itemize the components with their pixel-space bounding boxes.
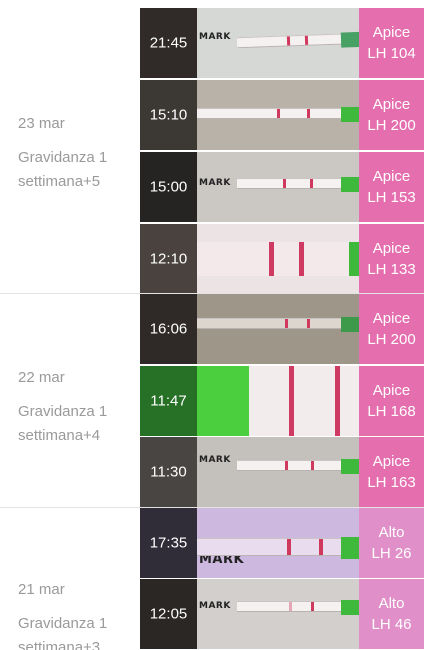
test-strip — [197, 242, 359, 276]
day-date: 21 mar — [18, 581, 65, 598]
result-lh-value: LH 168 — [367, 403, 416, 420]
test-strip-photo: MARK — [197, 152, 359, 222]
entry-time: 11:30 — [150, 463, 187, 481]
test-strip — [197, 317, 359, 332]
result-badge: Apice LH 104 — [359, 8, 424, 78]
test-entry[interactable]: 16:06 Apice LH 200 — [140, 294, 424, 364]
test-strip — [197, 366, 359, 436]
result-lh-value: LH 153 — [367, 189, 416, 206]
test-strip-photo — [197, 80, 359, 150]
result-lh-value: LH 26 — [371, 545, 412, 562]
day-label: 23 mar Gravidanza 1 settimana+5 — [18, 112, 138, 194]
result-level: Apice — [372, 453, 411, 470]
entry-time: 15:00 — [149, 178, 188, 196]
test-strip-photo — [197, 294, 359, 364]
strip-brand-mark: MARK — [199, 455, 231, 465]
result-level: Alto — [378, 524, 405, 541]
test-entry[interactable]: 17:35 MARK Alto LH 26 — [140, 508, 424, 578]
test-strip — [237, 459, 359, 474]
result-level: Apice — [372, 310, 411, 327]
entry-time: 21:45 — [149, 34, 188, 52]
test-strip — [237, 600, 359, 615]
day-label: 22 mar Gravidanza 1 settimana+4 — [18, 366, 138, 448]
result-level: Apice — [372, 96, 411, 113]
result-level: Apice — [372, 382, 411, 399]
pregnancy-label: Gravidanza 1 — [18, 615, 108, 632]
entry-time: 17:35 — [149, 534, 188, 552]
result-lh-value: LH 104 — [367, 45, 416, 62]
entry-time: 12:10 — [149, 250, 188, 268]
test-entry[interactable]: 21:45 MARK Apice LH 104 — [140, 8, 424, 78]
test-entry[interactable]: 12:10 Apice LH 133 — [140, 224, 424, 294]
entry-time: 12:05 — [149, 605, 188, 623]
day-label: 21 mar Gravidanza 1 settimana+3 — [18, 578, 138, 650]
pregnancy-week: settimana+4 — [18, 427, 101, 444]
test-entry[interactable]: 11:30 MARK Apice LH 163 — [140, 437, 424, 507]
test-entry[interactable]: 15:10 Apice LH 200 — [140, 80, 424, 150]
test-strip-photo: MARK — [197, 508, 359, 578]
result-badge: Apice LH 200 — [359, 80, 424, 150]
result-level: Apice — [372, 168, 411, 185]
result-badge: Apice LH 200 — [359, 294, 424, 364]
test-strip-photo: MARK — [197, 437, 359, 507]
test-entry[interactable]: 12:05 MARK Alto LH 46 — [140, 579, 424, 649]
day-date: 22 mar — [18, 369, 65, 386]
test-strip-photo — [197, 366, 359, 436]
result-level: Apice — [372, 24, 411, 41]
test-strip-photo: MARK — [197, 8, 359, 78]
strip-brand-mark: MARK — [199, 178, 231, 188]
result-lh-value: LH 133 — [367, 261, 416, 278]
strip-brand-mark: MARK — [199, 32, 231, 42]
test-strip — [197, 537, 359, 559]
entry-time: 16:06 — [149, 320, 188, 338]
result-level: Alto — [378, 595, 405, 612]
result-lh-value: LH 163 — [367, 474, 416, 491]
entry-time: 11:47 — [150, 392, 187, 410]
pregnancy-label: Gravidanza 1 — [18, 149, 108, 166]
pregnancy-week: settimana+3 — [18, 639, 101, 650]
test-entry[interactable]: 11:47 Apice LH 168 — [140, 366, 424, 436]
pregnancy-week: settimana+5 — [18, 173, 101, 190]
result-badge: Apice LH 163 — [359, 437, 424, 507]
test-strip — [237, 177, 359, 192]
test-strip — [236, 31, 359, 49]
test-entry[interactable]: 15:00 MARK Apice LH 153 — [140, 152, 424, 222]
result-badge: Alto LH 26 — [359, 508, 424, 578]
test-strip-photo — [197, 224, 359, 294]
day-date: 23 mar — [18, 115, 65, 132]
result-lh-value: LH 200 — [367, 331, 416, 348]
test-strip — [197, 107, 359, 122]
result-level: Apice — [372, 240, 411, 257]
result-badge: Apice LH 133 — [359, 224, 424, 294]
result-lh-value: LH 46 — [371, 616, 412, 633]
result-lh-value: LH 200 — [367, 117, 416, 134]
result-badge: Apice LH 168 — [359, 366, 424, 436]
entry-time: 15:10 — [149, 106, 188, 124]
result-badge: Apice LH 153 — [359, 152, 424, 222]
result-badge: Alto LH 46 — [359, 579, 424, 649]
pregnancy-label: Gravidanza 1 — [18, 403, 108, 420]
test-strip-photo: MARK — [197, 579, 359, 649]
strip-brand-mark: MARK — [199, 601, 231, 611]
